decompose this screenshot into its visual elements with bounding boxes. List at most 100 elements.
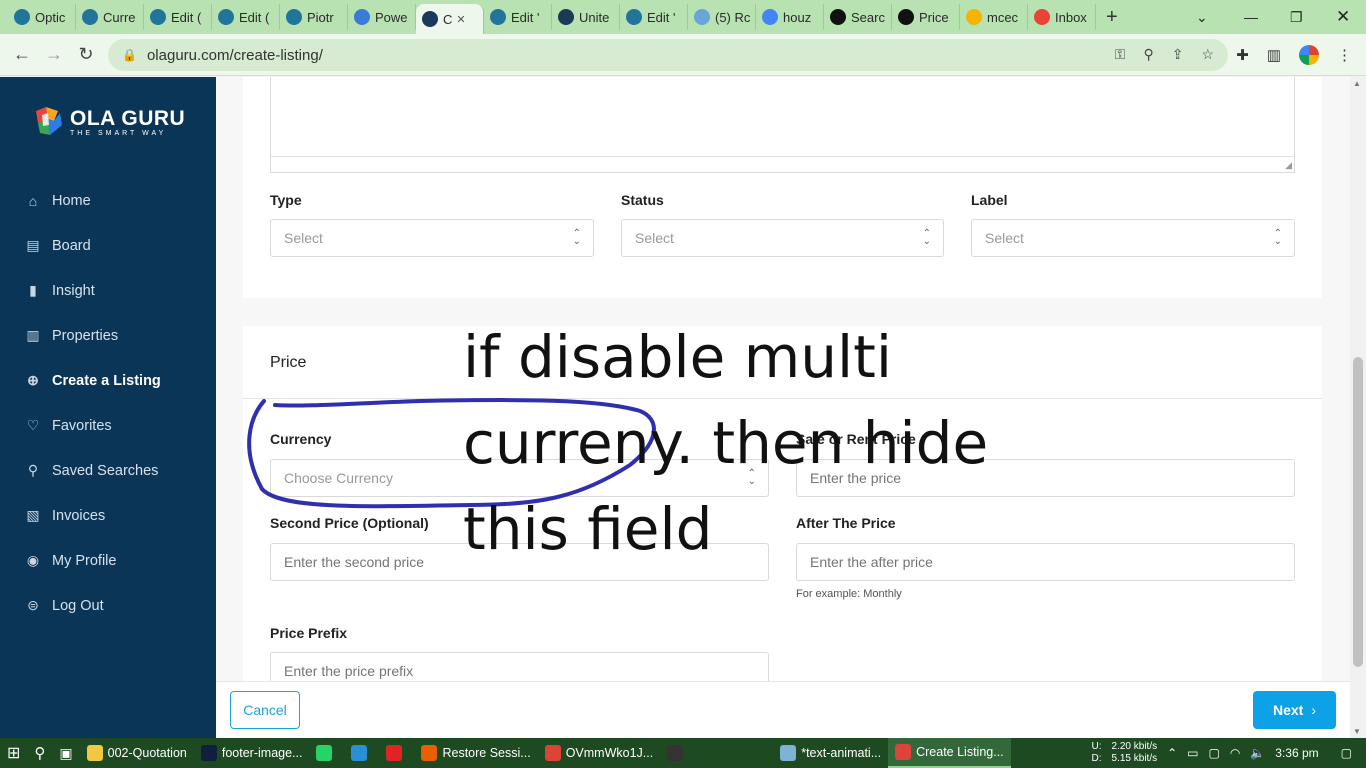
forward-icon[interactable]: →: [38, 44, 70, 65]
browser-tab[interactable]: Piotr: [280, 4, 348, 30]
chevron-up-icon[interactable]: ⌃: [1167, 746, 1177, 760]
share-icon[interactable]: ⇪: [1172, 46, 1184, 63]
menu-icon[interactable]: ⋮: [1337, 46, 1352, 64]
restore-icon[interactable]: ❐: [1290, 0, 1303, 34]
browser-tab[interactable]: mcec: [960, 4, 1028, 30]
taskbar-app[interactable]: [660, 738, 695, 768]
taskbar-app[interactable]: [309, 738, 344, 768]
windows-taskbar: ⊞ ⚲ ▣ 002-Quotation footer-image... Restor…: [0, 738, 1366, 768]
search-icon[interactable]: ⚲: [27, 738, 52, 768]
taskbar-app[interactable]: [379, 738, 414, 768]
next-button[interactable]: Next ›: [1253, 691, 1336, 729]
cancel-button[interactable]: Cancel: [230, 691, 300, 729]
browser-tab[interactable]: C ✕: [416, 4, 484, 34]
close-window-icon[interactable]: ✕: [1336, 0, 1350, 34]
form-footer: Cancel Next ›: [216, 681, 1350, 738]
taskbar-app-label: Create Listing...: [916, 745, 1004, 759]
browser-tab[interactable]: Edit ': [620, 4, 688, 30]
extensions-icon[interactable]: ✚: [1236, 46, 1249, 64]
notifications-icon[interactable]: ▢: [1341, 746, 1352, 760]
browser-tab[interactable]: Optic: [8, 4, 76, 30]
taskbar-app[interactable]: 002-Quotation: [80, 738, 194, 768]
reload-icon[interactable]: ↻: [70, 44, 102, 65]
taskbar-app[interactable]: Restore Sessi...: [414, 738, 537, 768]
taskbar-app[interactable]: *text-animati...: [773, 738, 888, 768]
drive-icon: [966, 9, 982, 25]
tab-label: Inbox: [1055, 9, 1087, 25]
page-scrollbar[interactable]: ▲ ▼: [1350, 77, 1366, 738]
taskbar-app-label: OVmmWko1J...: [565, 746, 654, 760]
chrome-icon: [544, 745, 561, 761]
scroll-down-icon[interactable]: ▼: [1353, 727, 1361, 736]
tab-label: houz: [783, 9, 812, 25]
plus-box-icon: [830, 9, 846, 25]
address-bar-row: ← → ↻ 🔒 olaguru.com/create-listing/ ⚿ ⚲ …: [0, 34, 1366, 76]
url-field[interactable]: 🔒 olaguru.com/create-listing/ ⚿ ⚲ ⇪ ☆: [108, 39, 1228, 71]
side-panel-icon[interactable]: ▥: [1267, 46, 1281, 64]
whatsapp-icon: [316, 745, 333, 761]
tab-label: Edit ': [647, 9, 676, 25]
bookmark-star-icon[interactable]: ☆: [1201, 46, 1214, 63]
olaguru-icon: [558, 9, 574, 25]
volume-icon[interactable]: 🔈: [1250, 746, 1265, 760]
opera-icon: [386, 745, 403, 761]
tab-label: Searc: [851, 9, 885, 25]
tab-search-icon[interactable]: ⌄: [1196, 0, 1208, 34]
chevron-right-icon: ›: [1311, 702, 1317, 718]
browser-tab[interactable]: Edit (: [144, 4, 212, 30]
taskbar-app[interactable]: OVmmWko1J...: [538, 738, 661, 768]
display-icon[interactable]: ▢: [1209, 746, 1220, 760]
taskbar-app[interactable]: [344, 738, 379, 768]
browser-tab[interactable]: Curre: [76, 4, 144, 30]
app-icon: [667, 745, 684, 761]
task-view-icon[interactable]: ▣: [52, 738, 79, 768]
gmail-icon: [1034, 9, 1050, 25]
tab-label: C: [443, 11, 453, 27]
download-speed: 5.15 kbit/s: [1111, 753, 1158, 764]
key-icon[interactable]: ⚿: [1115, 46, 1126, 63]
wordpress-icon: [626, 9, 642, 25]
clock[interactable]: 3:36 pm: [1275, 746, 1318, 760]
battery-icon[interactable]: ▭: [1187, 746, 1198, 760]
browser-tab[interactable]: Edit ': [484, 4, 552, 30]
windows-start-icon[interactable]: ⊞: [0, 738, 27, 768]
google-icon: [762, 9, 778, 25]
annotation-text: if disable multi curreny. then hide this…: [463, 314, 1023, 572]
taskbar-app-label: footer-image...: [221, 746, 303, 760]
tab-label: Optic: [35, 9, 66, 25]
taskbar-app[interactable]: Create Listing...: [888, 738, 1011, 768]
taskbar-app-label: *text-animati...: [801, 746, 882, 760]
balloon-icon: [694, 9, 710, 25]
tab-label: Powe: [375, 9, 408, 25]
scrollbar-thumb[interactable]: [1353, 357, 1363, 667]
browser-tab[interactable]: (5) Rc: [688, 4, 756, 30]
profile-avatar[interactable]: [1299, 45, 1319, 65]
page-viewport: OLA GURU THE SMART WAY ⌂ Home ▤ Board ▮ Insig…: [0, 77, 1366, 738]
photoshop-icon: [200, 745, 217, 761]
browser-tab[interactable]: houz: [756, 4, 824, 30]
annotation-line: this field: [463, 495, 713, 563]
minimize-icon[interactable]: —: [1244, 0, 1258, 34]
back-icon[interactable]: ←: [6, 44, 38, 65]
wifi-icon[interactable]: ◠: [1230, 746, 1240, 760]
wordpress-icon: [218, 9, 234, 25]
globe-icon: [354, 9, 370, 25]
browser-tab[interactable]: Powe: [348, 4, 416, 30]
zoom-icon[interactable]: ⚲: [1143, 46, 1153, 63]
close-tab-icon[interactable]: ✕: [456, 13, 465, 26]
new-tab-button[interactable]: +: [1106, 6, 1118, 29]
browser-tab[interactable]: Unite: [552, 4, 620, 30]
taskbar-app[interactable]: footer-image...: [194, 738, 310, 768]
browser-tab[interactable]: Searc: [824, 4, 892, 30]
scroll-up-icon[interactable]: ▲: [1353, 79, 1361, 88]
browser-tab[interactable]: Price: [892, 4, 960, 30]
notepad-icon: [780, 745, 797, 761]
tab-label: Price: [919, 9, 949, 25]
tab-label: Curre: [103, 9, 136, 25]
edge-icon: [351, 745, 368, 761]
tab-list: Optic Curre Edit (Edit (Piotr Powe C ✕ Edit ' U…: [0, 0, 1096, 34]
browser-tab[interactable]: Edit (: [212, 4, 280, 30]
lock-icon[interactable]: 🔒: [122, 48, 137, 62]
taskbar-apps: 002-Quotation footer-image... Restore Sess…: [80, 738, 1011, 768]
browser-tab[interactable]: Inbox: [1028, 4, 1096, 30]
